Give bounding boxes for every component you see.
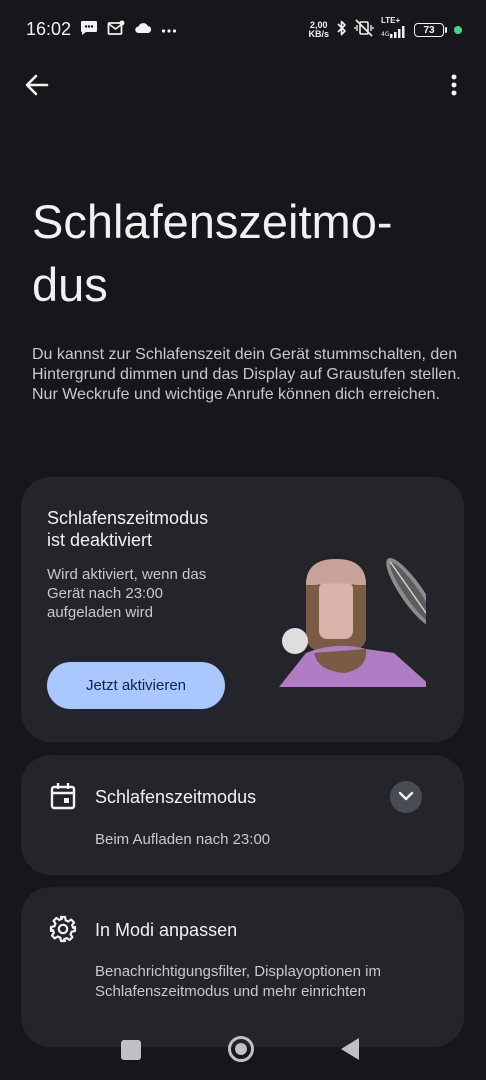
- calendar-icon: [49, 782, 77, 810]
- schedule-title: Schlafenszeitmodus: [95, 787, 257, 807]
- recents-button[interactable]: [121, 1040, 141, 1060]
- messages-icon: [80, 20, 98, 41]
- cloud-icon: [134, 21, 152, 40]
- arrow-back-icon: [25, 74, 49, 101]
- bedtime-status-card: Schlafenszeitmodus ist deaktiviert Wird …: [21, 477, 464, 742]
- page-description: Du kannst zur Schlafenszeit dein Gerät s…: [32, 346, 461, 403]
- back-nav-button[interactable]: [341, 1038, 359, 1060]
- battery-level: 73: [414, 23, 444, 37]
- customize-subtitle: Benachrichtigungsfilter, Displayoptionen…: [95, 963, 381, 1000]
- activate-now-button[interactable]: Jetzt aktivieren: [47, 662, 225, 709]
- home-button[interactable]: [228, 1036, 254, 1062]
- status-heading: Schlafenszeitmodus ist deaktiviert: [47, 508, 209, 550]
- signal-group: LTE+ 4G: [381, 17, 407, 43]
- network-type: LTE+: [381, 16, 401, 25]
- sleeping-person-illustration: [266, 545, 438, 687]
- navigation-bar: [0, 1020, 486, 1080]
- bedtime-schedule-card[interactable]: Schlafenszeitmodus Beim Aufladen nach 23…: [21, 755, 464, 875]
- page-title: Schlafenszeitmo- dus: [32, 195, 393, 311]
- status-bar: 16:02 2,00 KB/s LTE+ 4G 73: [0, 0, 486, 60]
- expand-button[interactable]: [390, 781, 422, 813]
- svg-text:4G: 4G: [381, 31, 390, 38]
- top-app-bar: [0, 60, 486, 112]
- mail-icon: [107, 20, 125, 41]
- status-subtitle: Wird aktiviert, wenn das Gerät nach 23:0…: [47, 566, 207, 621]
- system-status-icons: 2,00 KB/s LTE+ 4G 73: [308, 17, 462, 43]
- network-speed-unit: KB/s: [308, 29, 329, 39]
- home-icon: [235, 1043, 247, 1055]
- signal-icon: 4G: [381, 25, 407, 43]
- customize-title: In Modi anpassen: [95, 920, 238, 940]
- battery-icon: 73: [414, 23, 447, 37]
- battery-nub: [445, 27, 447, 33]
- more-options-button[interactable]: [442, 70, 466, 104]
- back-button[interactable]: [20, 70, 54, 104]
- more-notifications-icon: [161, 21, 177, 39]
- gear-icon: [49, 915, 77, 943]
- bluetooth-icon: [336, 19, 347, 42]
- chevron-down-icon: [398, 788, 414, 806]
- network-speed: 2,00 KB/s: [308, 21, 329, 39]
- more-vert-icon: [451, 73, 457, 102]
- vibrate-off-icon: [354, 18, 374, 42]
- status-time: 16:02: [26, 19, 72, 39]
- schedule-subtitle: Beim Aufladen nach 23:00: [95, 831, 271, 848]
- privacy-indicator-dot: [454, 26, 462, 34]
- notification-icons: [80, 20, 177, 40]
